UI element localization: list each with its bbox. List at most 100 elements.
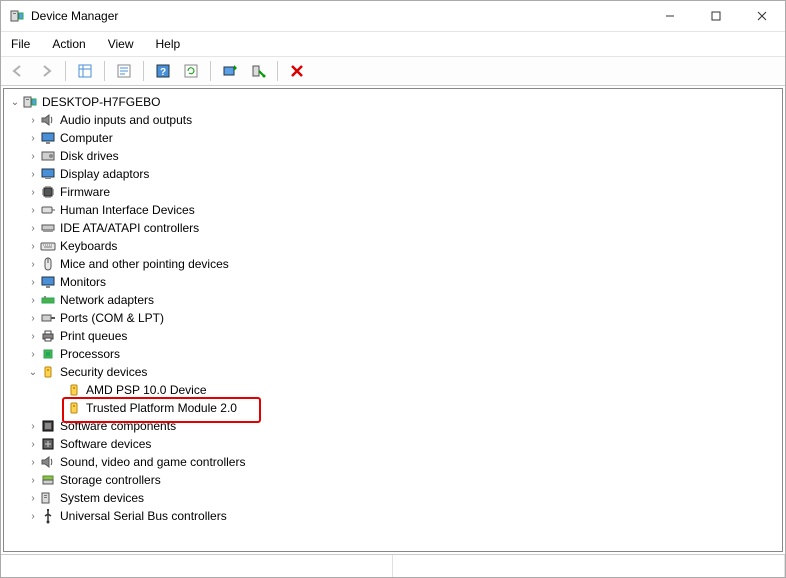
tree-item[interactable]: › Human Interface Devices [6, 201, 780, 219]
chevron-right-icon[interactable]: › [26, 223, 40, 234]
softcomp-icon [40, 418, 56, 434]
chevron-right-icon[interactable]: › [26, 493, 40, 504]
tree-item-label: Human Interface Devices [60, 203, 195, 217]
show-hidden-button[interactable] [74, 60, 96, 82]
tree-item-label: IDE ATA/ATAPI controllers [60, 221, 199, 235]
tree-item[interactable]: › IDE ATA/ATAPI controllers [6, 219, 780, 237]
tree-item[interactable]: ›Mice and other pointing devices [6, 255, 780, 273]
tree-item-label: Storage controllers [60, 473, 161, 487]
tree-item[interactable]: ›Processors [6, 345, 780, 363]
tree-item[interactable]: ›Monitors [6, 273, 780, 291]
menu-file[interactable]: File [7, 35, 34, 53]
chevron-right-icon[interactable]: › [26, 295, 40, 306]
root-label: DESKTOP-H7FGEBO [42, 95, 160, 109]
hid-icon [40, 202, 56, 218]
tree-item[interactable]: ›Computer [6, 129, 780, 147]
chevron-down-icon[interactable]: ⌄ [26, 367, 40, 378]
tree-item-label: Display adaptors [60, 167, 149, 181]
tree-item-label: Security devices [60, 365, 147, 379]
menu-help[interactable]: Help [152, 35, 185, 53]
menu-action[interactable]: Action [48, 35, 89, 53]
tree-item-label: Software components [60, 419, 176, 433]
monitor-icon [40, 130, 56, 146]
tree-item-label: Audio inputs and outputs [60, 113, 192, 127]
disk-icon [40, 148, 56, 164]
refresh-button[interactable] [180, 60, 202, 82]
tree-item[interactable]: ›Universal Serial Bus controllers [6, 507, 780, 525]
close-button[interactable] [739, 1, 785, 31]
tree-item[interactable]: › Firmware [6, 183, 780, 201]
menubar: File Action View Help [1, 32, 785, 57]
chevron-right-icon[interactable]: › [26, 205, 40, 216]
tree-item[interactable]: › Display adaptors [6, 165, 780, 183]
tree-item[interactable]: › Software components [6, 417, 780, 435]
printer-icon [40, 328, 56, 344]
chevron-right-icon[interactable]: › [26, 349, 40, 360]
port-icon [40, 310, 56, 326]
tree-item[interactable]: › Disk drives [6, 147, 780, 165]
tree-root[interactable]: ⌄ DESKTOP-H7FGEBO [6, 93, 780, 111]
tree-item-label: Network adapters [60, 293, 154, 307]
tree-item[interactable]: › Software devices [6, 435, 780, 453]
tree-item[interactable]: › Network adapters [6, 291, 780, 309]
maximize-button[interactable] [693, 1, 739, 31]
statusbar [1, 554, 785, 577]
monitor-icon [40, 274, 56, 290]
app-icon [9, 8, 25, 24]
forward-button[interactable] [35, 60, 57, 82]
chevron-right-icon[interactable]: › [26, 331, 40, 342]
ide-icon [40, 220, 56, 236]
chevron-right-icon[interactable]: › [26, 475, 40, 486]
update-driver-button[interactable] [219, 60, 241, 82]
mouse-icon [40, 256, 56, 272]
tree-item[interactable]: › Storage controllers [6, 471, 780, 489]
device-manager-window: Device Manager File Action View Help ? [0, 0, 786, 578]
tree-item[interactable]: ⌄ Security devices [6, 363, 780, 381]
chevron-right-icon[interactable]: › [26, 259, 40, 270]
tree-item-label: Keyboards [60, 239, 117, 253]
minimize-button[interactable] [647, 1, 693, 31]
help-button[interactable]: ? [152, 60, 174, 82]
uninstall-button[interactable] [247, 60, 269, 82]
tree-item-label: Ports (COM & LPT) [60, 311, 164, 325]
tree-item[interactable]: › Audio inputs and outputs [6, 111, 780, 129]
menu-view[interactable]: View [104, 35, 138, 53]
back-button[interactable] [7, 60, 29, 82]
disable-button[interactable] [286, 60, 308, 82]
computer-icon [22, 94, 38, 110]
keyboard-icon [40, 238, 56, 254]
tree-item-label: Print queues [60, 329, 127, 343]
cpu-icon [40, 346, 56, 362]
storage-icon [40, 472, 56, 488]
chevron-right-icon[interactable]: › [26, 241, 40, 252]
tree-item[interactable]: AMD PSP 10.0 Device [6, 381, 780, 399]
titlebar[interactable]: Device Manager [1, 1, 785, 32]
tree-item-label: Disk drives [60, 149, 119, 163]
chevron-right-icon[interactable]: › [26, 421, 40, 432]
chevron-right-icon[interactable]: › [26, 133, 40, 144]
tree-item[interactable]: ›System devices [6, 489, 780, 507]
tree-item-label: Firmware [60, 185, 110, 199]
net-icon [40, 292, 56, 308]
chevron-right-icon[interactable]: › [26, 169, 40, 180]
tree-item-label: Software devices [60, 437, 151, 451]
tree-item[interactable]: › Ports (COM & LPT) [6, 309, 780, 327]
chevron-right-icon[interactable]: › [26, 313, 40, 324]
chevron-down-icon[interactable]: ⌄ [8, 97, 22, 108]
chevron-right-icon[interactable]: › [26, 151, 40, 162]
chevron-right-icon[interactable]: › [26, 439, 40, 450]
speaker-icon [40, 112, 56, 128]
chevron-right-icon[interactable]: › [26, 457, 40, 468]
security-icon [40, 364, 56, 380]
chevron-right-icon[interactable]: › [26, 511, 40, 522]
tree-item[interactable]: › Print queues [6, 327, 780, 345]
chevron-right-icon[interactable]: › [26, 187, 40, 198]
tree-item-label: Trusted Platform Module 2.0 [86, 401, 237, 415]
chevron-right-icon[interactable]: › [26, 277, 40, 288]
tree-item[interactable]: › Keyboards [6, 237, 780, 255]
tree-item[interactable]: ›Sound, video and game controllers [6, 453, 780, 471]
tree-item[interactable]: Trusted Platform Module 2.0 [6, 399, 780, 417]
tree-panel[interactable]: ⌄ DESKTOP-H7FGEBO › Audio inputs and outp… [3, 88, 783, 552]
chevron-right-icon[interactable]: › [26, 115, 40, 126]
properties-button[interactable] [113, 60, 135, 82]
